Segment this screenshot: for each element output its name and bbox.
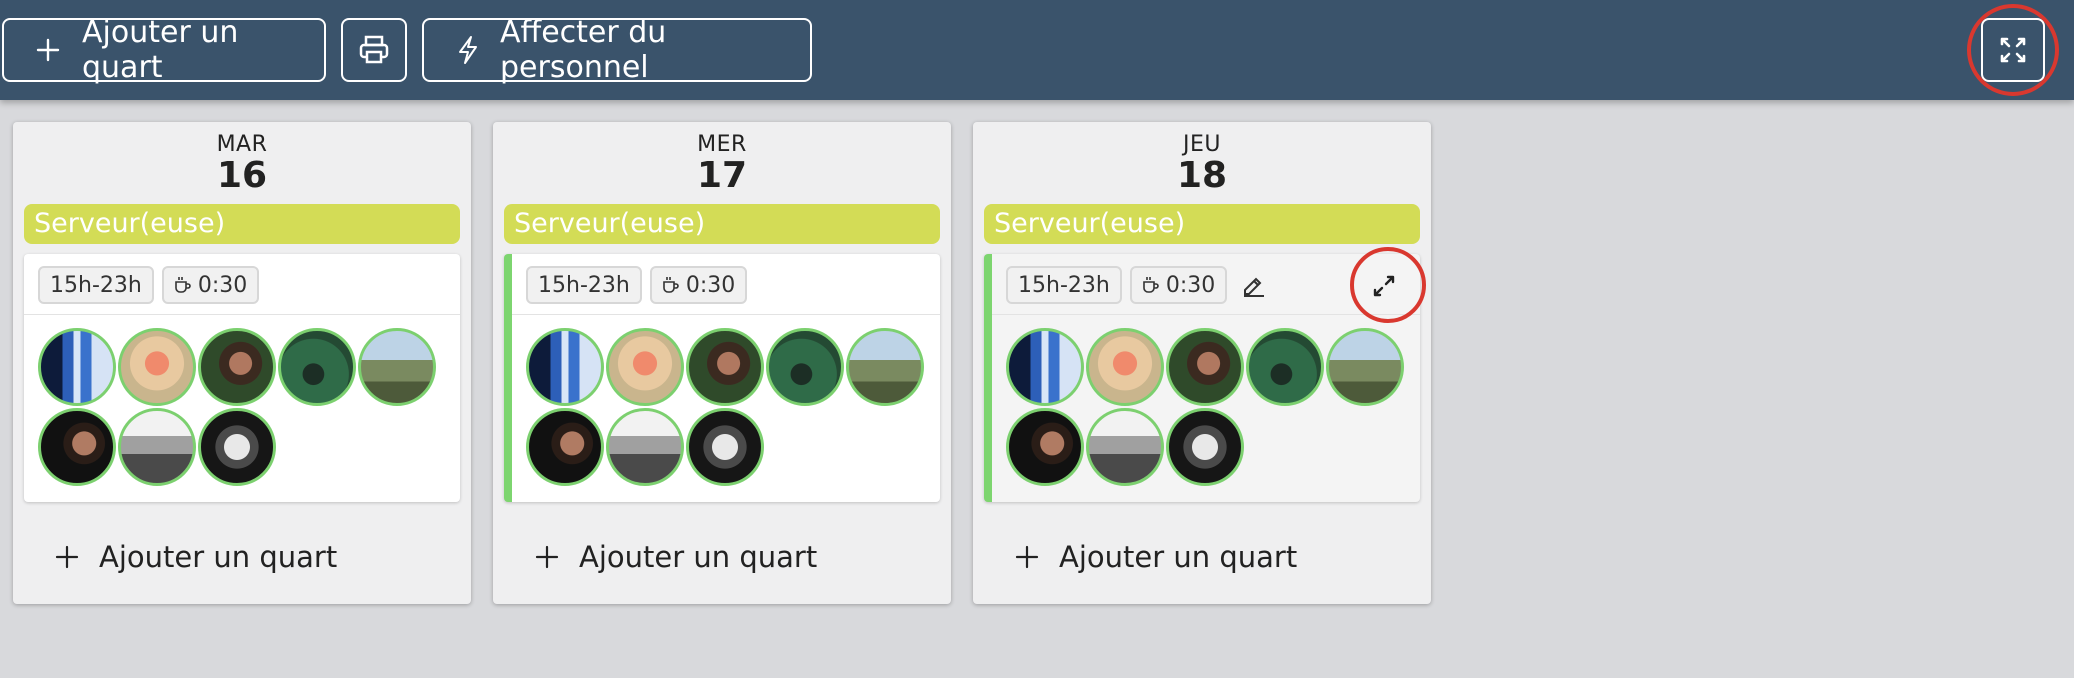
- add-shift-label: Ajouter un quart: [82, 15, 239, 85]
- day-column-wed: MER 17 Serveur(euse) 15h-23h 0:30 Ajoute…: [493, 122, 951, 604]
- day-name: MAR: [216, 132, 268, 157]
- avatar[interactable]: [766, 328, 844, 406]
- avatar[interactable]: [606, 408, 684, 486]
- plus-icon: [36, 38, 60, 62]
- plus-icon: [55, 545, 79, 569]
- add-shift-button[interactable]: Ajouter un quart: [2, 15, 326, 85]
- avatar[interactable]: [1166, 328, 1244, 406]
- day-number: 16: [216, 155, 268, 196]
- plus-icon: [535, 545, 559, 569]
- avatar[interactable]: [278, 328, 356, 406]
- shift-time-chip: 15h-23h: [38, 266, 154, 304]
- add-shift-link[interactable]: Ajouter un quart: [55, 540, 337, 574]
- add-shift-link[interactable]: Ajouter un quart: [1015, 540, 1297, 574]
- lightning-icon: [456, 35, 480, 65]
- shift-time: 15h-23h: [50, 272, 142, 298]
- pencil-icon[interactable]: [1241, 272, 1267, 298]
- add-shift-label: Ajouter un quart: [579, 540, 818, 574]
- shift-time: 15h-23h: [538, 272, 630, 298]
- shift-break-chip: 0:30: [649, 266, 748, 304]
- staff-avatars: [526, 328, 926, 486]
- shift-break: 0:30: [197, 272, 248, 298]
- divider: [24, 314, 460, 315]
- shift-card[interactable]: 15h-23h 0:30: [24, 254, 460, 502]
- day-column-tue: MAR 16 Serveur(euse) 15h-23h 0:30 Ajoute…: [13, 122, 471, 604]
- day-number: 18: [1176, 155, 1228, 196]
- shift-break: 0:30: [1165, 272, 1216, 298]
- day-header: JEU 18: [973, 132, 1431, 195]
- day-column-thu: JEU 18 Serveur(euse) 15h-23h 0:30 Ajoute…: [973, 122, 1431, 604]
- shift-time-chip: 15h-23h: [1006, 266, 1122, 304]
- avatar[interactable]: [526, 328, 604, 406]
- print-button[interactable]: [341, 18, 407, 82]
- avatar[interactable]: [1006, 328, 1084, 406]
- shift-break-chip: 0:30: [161, 266, 260, 304]
- avatar[interactable]: [38, 328, 116, 406]
- avatar[interactable]: [686, 408, 764, 486]
- coffee-cup-icon: [662, 275, 680, 295]
- shift-card[interactable]: 15h-23h 0:30: [504, 254, 940, 502]
- expand-icon[interactable]: [1366, 268, 1402, 304]
- avatar[interactable]: [38, 408, 116, 486]
- coffee-cup-icon: [174, 275, 192, 295]
- coffee-cup-icon: [1142, 275, 1160, 295]
- avatar[interactable]: [526, 408, 604, 486]
- avatar[interactable]: [118, 328, 196, 406]
- divider: [992, 314, 1420, 315]
- plus-icon: [1015, 545, 1039, 569]
- avatar[interactable]: [118, 408, 196, 486]
- top-toolbar: Ajouter un quart Affecter du personnel: [0, 0, 2074, 100]
- avatar[interactable]: [198, 408, 276, 486]
- day-name: MER: [697, 132, 747, 157]
- role-band[interactable]: Serveur(euse): [24, 204, 460, 244]
- assign-staff-label: Affecter du personnel: [500, 15, 667, 85]
- shift-break-chip: 0:30: [1129, 266, 1228, 304]
- avatar[interactable]: [1246, 328, 1324, 406]
- avatar[interactable]: [606, 328, 684, 406]
- staff-avatars: [1006, 328, 1406, 486]
- day-number: 17: [696, 155, 748, 196]
- avatar[interactable]: [1086, 328, 1164, 406]
- avatar[interactable]: [198, 328, 276, 406]
- staff-avatars: [38, 328, 438, 486]
- role-band[interactable]: Serveur(euse): [984, 204, 1420, 244]
- shift-time: 15h-23h: [1018, 272, 1110, 298]
- day-name: JEU: [1183, 132, 1221, 157]
- add-shift-label: Ajouter un quart: [1059, 540, 1298, 574]
- fullscreen-button[interactable]: [1981, 18, 2045, 82]
- role-band[interactable]: Serveur(euse): [504, 204, 940, 244]
- printer-icon: [358, 35, 390, 65]
- avatar[interactable]: [846, 328, 924, 406]
- avatar[interactable]: [1006, 408, 1084, 486]
- shift-time-chip: 15h-23h: [526, 266, 642, 304]
- avatar[interactable]: [1166, 408, 1244, 486]
- day-header: MER 17: [493, 132, 951, 195]
- avatar[interactable]: [686, 328, 764, 406]
- fullscreen-icon: [1999, 36, 2027, 64]
- shift-break: 0:30: [685, 272, 736, 298]
- add-shift-link[interactable]: Ajouter un quart: [535, 540, 817, 574]
- day-header: MAR 16: [13, 132, 471, 195]
- assign-staff-button[interactable]: Affecter du personnel: [422, 15, 812, 85]
- divider: [512, 314, 940, 315]
- shift-card[interactable]: 15h-23h 0:30: [984, 254, 1420, 502]
- add-shift-label: Ajouter un quart: [99, 540, 338, 574]
- avatar[interactable]: [358, 328, 436, 406]
- avatar[interactable]: [1086, 408, 1164, 486]
- avatar[interactable]: [1326, 328, 1404, 406]
